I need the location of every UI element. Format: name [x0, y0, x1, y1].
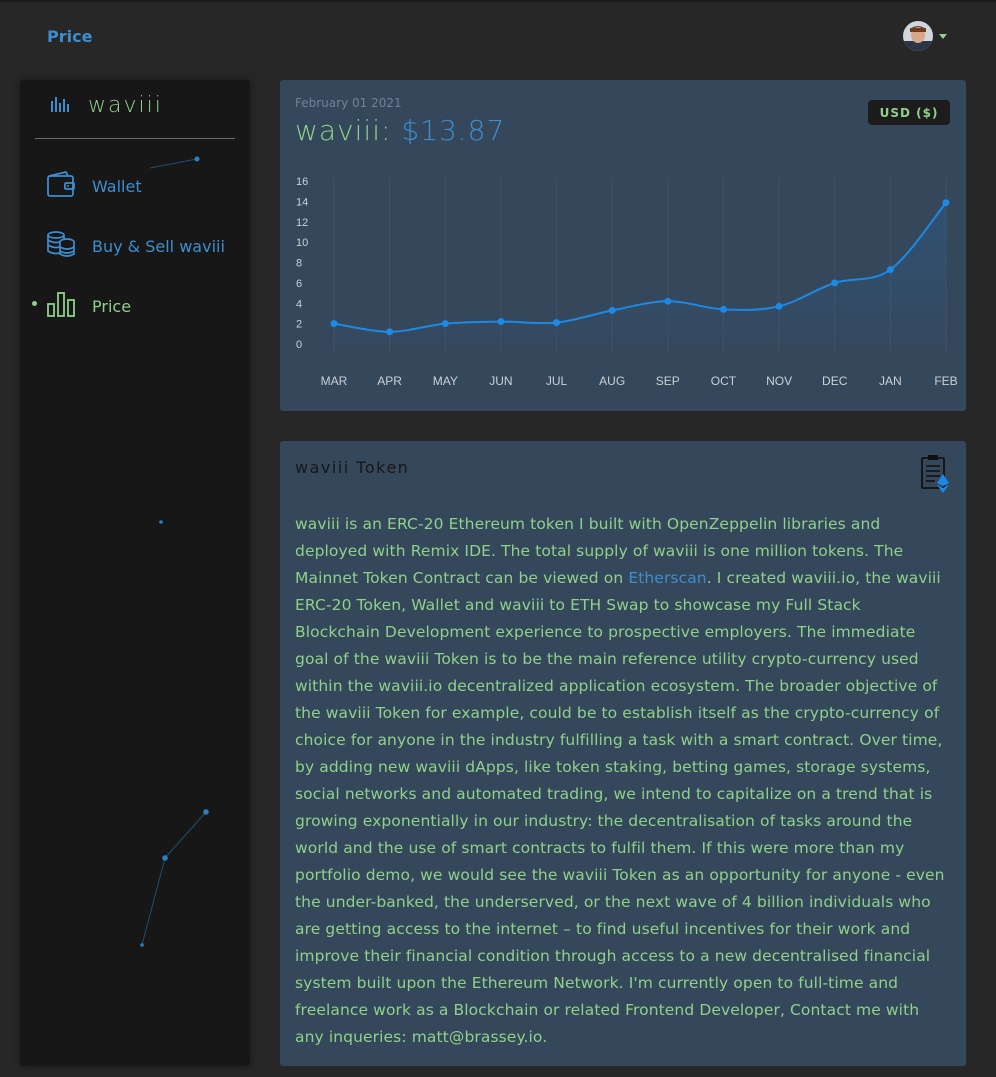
brand-name: waviii: [88, 93, 163, 118]
x-tick-label: SEP: [656, 374, 680, 388]
sidebar-item-label: Wallet: [92, 176, 142, 196]
x-tick-label: MAY: [433, 374, 458, 388]
brand-logo[interactable]: waviii: [50, 93, 163, 118]
data-point: [553, 319, 561, 327]
x-tick-label: DEC: [822, 374, 848, 388]
data-point: [608, 306, 616, 314]
y-tick-label: 6: [296, 278, 302, 290]
y-tick-label: 0: [296, 339, 302, 351]
price-card: February 01 2021 waviii: $13.87 USD ($) …: [280, 80, 966, 411]
x-tick-label: MAR: [321, 374, 348, 388]
sidebar-item-price[interactable]: Price: [32, 290, 132, 322]
token-card-title: waviii Token: [295, 458, 410, 477]
data-point: [386, 328, 394, 336]
x-tick-label: NOV: [766, 374, 792, 388]
user-menu-toggle[interactable]: [903, 21, 947, 51]
x-tick-label: AUG: [599, 374, 625, 388]
active-indicator: [32, 301, 37, 306]
etherscan-link[interactable]: Etherscan: [628, 569, 706, 587]
y-tick-label: 12: [296, 217, 308, 229]
data-point: [775, 302, 783, 310]
y-tick-label: 8: [296, 258, 302, 270]
sidebar-item-label: Buy & Sell waviii: [92, 236, 225, 256]
top-header: Price: [0, 2, 996, 64]
x-tick-label: JAN: [879, 374, 902, 388]
x-tick-label: APR: [377, 374, 402, 388]
wallet-icon: [46, 170, 76, 202]
sidebar-item-buy-sell[interactable]: Buy & Sell waviii: [46, 230, 225, 262]
x-tick-label: FEB: [934, 374, 957, 388]
data-point: [497, 318, 505, 326]
divider: [35, 138, 235, 139]
contract-ethereum-icon: [919, 454, 951, 498]
x-tick-label: OCT: [711, 374, 737, 388]
data-point: [886, 266, 894, 274]
token-description: waviii is an ERC-20 Ethereum token I bui…: [295, 511, 950, 1051]
series-area: [334, 202, 946, 344]
data-point: [831, 279, 839, 287]
coins-icon: [46, 230, 76, 262]
y-tick-label: 14: [296, 196, 308, 208]
page-title: Price: [47, 27, 93, 46]
particle-background: [140, 156, 209, 947]
data-point: [719, 305, 727, 313]
sidebar: waviii Wallet Buy & Sell waviii Price: [20, 80, 250, 1066]
token-card: waviii Token waviii is an ERC-20 Ethereu…: [280, 441, 966, 1066]
y-tick-label: 10: [296, 237, 308, 249]
y-tick-label: 2: [296, 319, 302, 331]
data-point: [942, 199, 950, 207]
y-tick-label: 16: [296, 176, 308, 188]
data-point: [441, 320, 449, 328]
sidebar-item-wallet[interactable]: Wallet: [46, 170, 142, 202]
data-point: [330, 320, 338, 328]
description-part-2: . I created waviii.io, the waviii ERC-20…: [295, 569, 945, 1046]
y-tick-label: 4: [296, 298, 302, 310]
avatar[interactable]: [903, 21, 933, 51]
chevron-down-icon[interactable]: [939, 33, 947, 39]
sidebar-item-label: Price: [92, 296, 132, 316]
bar-chart-icon: [46, 290, 76, 322]
x-tick-label: JUN: [489, 374, 512, 388]
price-chart: 0 2 4 6 8 10 12 14 16 MAR APR MAY JUN JUL AUG SEP OCT NOV…: [296, 176, 958, 388]
x-tick-label: JUL: [546, 374, 568, 388]
data-point: [664, 297, 672, 305]
equalizer-icon: [50, 96, 72, 116]
